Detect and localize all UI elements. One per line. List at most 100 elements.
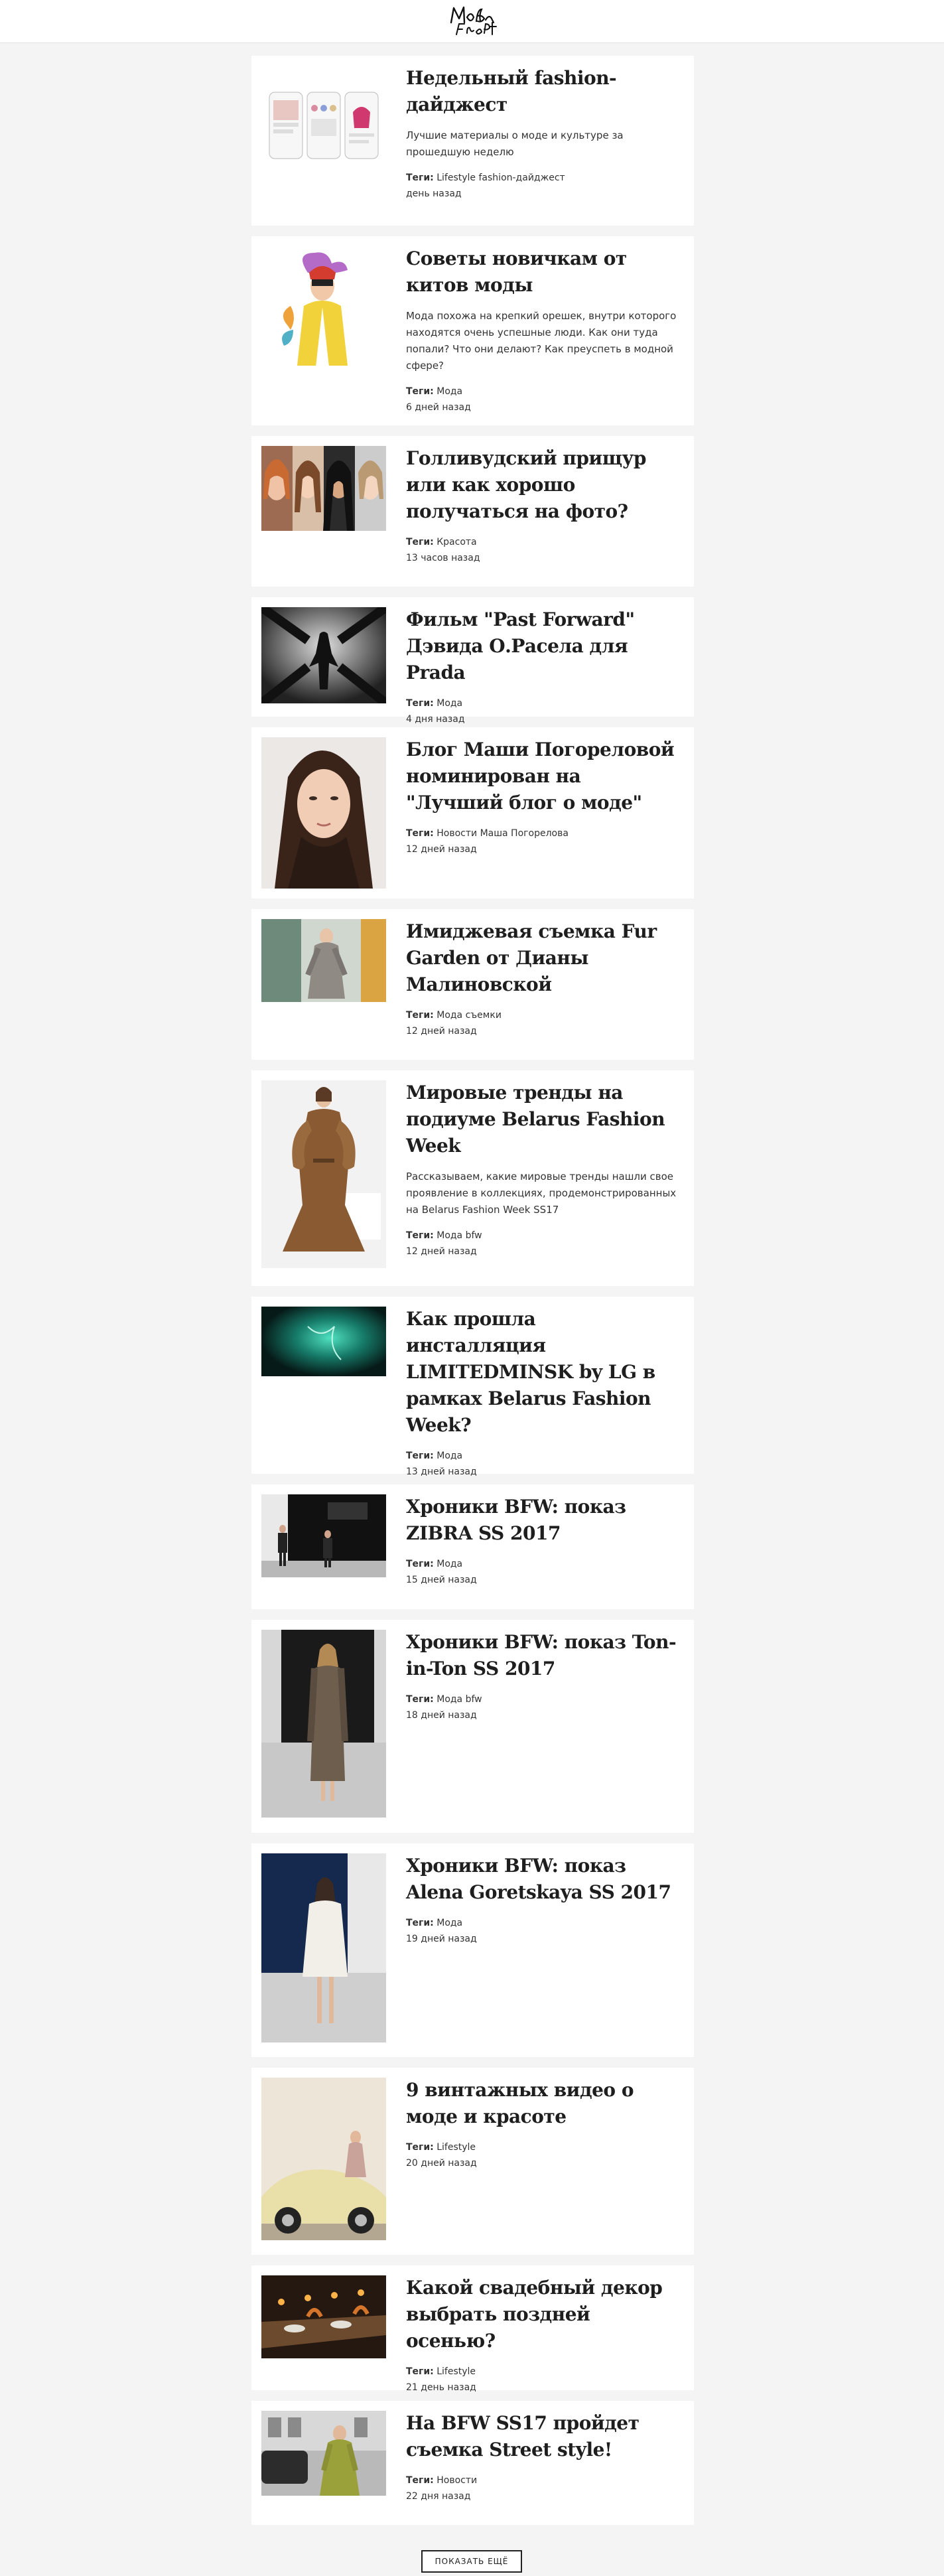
- tag-link[interactable]: Lifestyle: [437, 173, 476, 183]
- tag-link[interactable]: Новости: [437, 2475, 477, 2486]
- article-title[interactable]: Недельный fashion-дайджест: [406, 65, 679, 118]
- article-title[interactable]: Мировые тренды на подиуме Belarus Fashio…: [406, 1080, 679, 1159]
- tag-link[interactable]: Мода: [437, 1010, 462, 1021]
- article-title[interactable]: Советы новичкам от китов моды: [406, 246, 679, 299]
- article-tags: Теги: Мода: [406, 695, 679, 711]
- tag-link[interactable]: Мода: [437, 1230, 462, 1241]
- tag-link[interactable]: Lifestyle: [437, 2366, 476, 2377]
- article-thumbnail[interactable]: [261, 2275, 386, 2358]
- tag-link[interactable]: bfw: [466, 1230, 482, 1241]
- article-card[interactable]: Голливудский прищур или как хорошо получ…: [251, 436, 694, 587]
- article-card[interactable]: Имиджевая съемка Fur Garden от Дианы Мал…: [251, 909, 694, 1060]
- tag-link[interactable]: fashion-дайджест: [479, 173, 565, 183]
- article-thumbnail[interactable]: [261, 2411, 386, 2496]
- tag-link[interactable]: Мода: [437, 1918, 462, 1928]
- article-date: 4 дня назад: [406, 714, 465, 725]
- article-date: 21 день назад: [406, 2382, 476, 2393]
- article-thumbnail[interactable]: [261, 1630, 386, 1818]
- article-card[interactable]: Хроники BFW: показ Ton-in-Ton SS 2017 Те…: [251, 1620, 694, 1833]
- article-description: Лучшие материалы о моде и культуре за пр…: [406, 129, 624, 158]
- article-description: Мода похожа на крепкий орешек, внутри ко…: [406, 310, 677, 372]
- tags-label: Теги:: [406, 698, 434, 709]
- article-card[interactable]: Мировые тренды на подиуме Belarus Fashio…: [251, 1070, 694, 1286]
- article-title[interactable]: 9 винтажных видео о моде и красоте: [406, 2077, 679, 2130]
- article-tags: Теги: Красота: [406, 534, 679, 550]
- tag-link[interactable]: Lifestyle: [437, 2142, 476, 2153]
- article-tags: Теги: Мода bfw: [406, 1691, 679, 1707]
- article-title[interactable]: Фильм "Past Forward" Дэвида О.Расела для…: [406, 607, 679, 686]
- article-tags: Теги: Мода: [406, 1556, 679, 1572]
- article-tags: Теги: Мода съемки: [406, 1007, 679, 1023]
- load-more-button[interactable]: ПОКАЗАТЬ ЕЩЁ: [421, 2550, 522, 2573]
- article-title[interactable]: Голливудский прищур или как хорошо получ…: [406, 445, 679, 525]
- site-logo[interactable]: [446, 3, 499, 40]
- article-date: 6 дней назад: [406, 402, 471, 413]
- article-title[interactable]: Хроники BFW: показ ZIBRA SS 2017: [406, 1494, 679, 1547]
- article-tags: Теги: Мода bfw: [406, 1228, 679, 1244]
- article-title[interactable]: На BFW SS17 пройдет съемка Street style!: [406, 2410, 679, 2463]
- article-card[interactable]: Как прошла инсталляция LIMITEDMINSK by L…: [251, 1297, 694, 1477]
- tag-link[interactable]: Мода: [437, 1451, 462, 1461]
- article-title[interactable]: Хроники BFW: показ Alena Goretskaya SS 2…: [406, 1853, 679, 1906]
- tag-link[interactable]: Мода: [437, 698, 462, 709]
- article-title[interactable]: Имиджевая съемка Fur Garden от Дианы Мал…: [406, 918, 679, 998]
- article-thumbnail[interactable]: [261, 607, 386, 703]
- article-tags: Теги: Lifestyle: [406, 2139, 679, 2155]
- article-tags: Теги: Мода: [406, 384, 679, 399]
- article-card[interactable]: 9 винтажных видео о моде и красоте Теги:…: [251, 2068, 694, 2255]
- tag-link[interactable]: bfw: [466, 1694, 482, 1705]
- article-thumbnail[interactable]: [261, 246, 386, 369]
- article-date: 18 дней назад: [406, 1710, 477, 1721]
- article-thumbnail[interactable]: [261, 1080, 386, 1268]
- article-title[interactable]: Блог Маши Погореловой номинирован на "Лу…: [406, 737, 679, 816]
- tags-label: Теги:: [406, 173, 434, 183]
- article-date: 19 дней назад: [406, 1934, 477, 1944]
- tags-label: Теги:: [406, 2142, 434, 2153]
- article-date: 15 дней назад: [406, 1575, 477, 1585]
- article-card[interactable]: Какой свадебный декор выбрать поздней ос…: [251, 2265, 694, 2393]
- article-date: день назад: [406, 188, 462, 199]
- tag-link[interactable]: Красота: [437, 537, 476, 547]
- article-card[interactable]: Блог Маши Погореловой номинирован на "Лу…: [251, 727, 694, 898]
- article-title[interactable]: Хроники BFW: показ Ton-in-Ton SS 2017: [406, 1629, 679, 1682]
- article-thumbnail[interactable]: [261, 86, 386, 165]
- tag-link[interactable]: съемки: [466, 1010, 502, 1021]
- article-card[interactable]: На BFW SS17 пройдет съемка Street style!…: [251, 2401, 694, 2525]
- tag-link[interactable]: Мода: [437, 1559, 462, 1569]
- site-header: [0, 0, 944, 43]
- tags-label: Теги:: [406, 537, 434, 547]
- article-thumbnail[interactable]: [261, 2078, 386, 2240]
- article-thumbnail[interactable]: [261, 1307, 386, 1376]
- article-date: 20 дней назад: [406, 2158, 477, 2169]
- article-tags: Теги: Новости: [406, 2472, 679, 2488]
- article-tags: Теги: Lifestyle fashion-дайджест: [406, 170, 679, 186]
- article-thumbnail[interactable]: [261, 1853, 386, 2042]
- article-date: 12 дней назад: [406, 1246, 477, 1257]
- article-date: 13 дней назад: [406, 1467, 477, 1477]
- article-title[interactable]: Как прошла инсталляция LIMITEDMINSK by L…: [406, 1306, 679, 1439]
- tags-label: Теги:: [406, 386, 434, 397]
- tags-label: Теги:: [406, 1230, 434, 1241]
- article-thumbnail[interactable]: [261, 919, 386, 1002]
- tag-link[interactable]: Новости: [437, 828, 477, 839]
- article-thumbnail[interactable]: [261, 446, 386, 531]
- article-thumbnail[interactable]: [261, 1494, 386, 1577]
- tags-label: Теги:: [406, 1451, 434, 1461]
- article-thumbnail[interactable]: [261, 737, 386, 889]
- article-card[interactable]: Фильм "Past Forward" Дэвида О.Расела для…: [251, 597, 694, 725]
- tags-label: Теги:: [406, 2475, 434, 2486]
- article-tags: Теги: Мода: [406, 1915, 679, 1931]
- article-card[interactable]: Недельный fashion-дайджест Лучшие матери…: [251, 56, 694, 226]
- tag-link[interactable]: Мода: [437, 386, 462, 397]
- article-card[interactable]: Хроники BFW: показ Alena Goretskaya SS 2…: [251, 1843, 694, 2057]
- tags-label: Теги:: [406, 1010, 434, 1021]
- tags-label: Теги:: [406, 1918, 434, 1928]
- tags-label: Теги:: [406, 1559, 434, 1569]
- article-card[interactable]: Хроники BFW: показ ZIBRA SS 2017 Теги: М…: [251, 1484, 694, 1609]
- tag-link[interactable]: Мода: [437, 1694, 462, 1705]
- article-date: 13 часов назад: [406, 553, 480, 563]
- tag-link[interactable]: Маша Погорелова: [480, 828, 569, 839]
- tags-label: Теги:: [406, 1694, 434, 1705]
- article-card[interactable]: Советы новичкам от китов моды Мода похож…: [251, 236, 694, 425]
- article-title[interactable]: Какой свадебный декор выбрать поздней ос…: [406, 2275, 679, 2354]
